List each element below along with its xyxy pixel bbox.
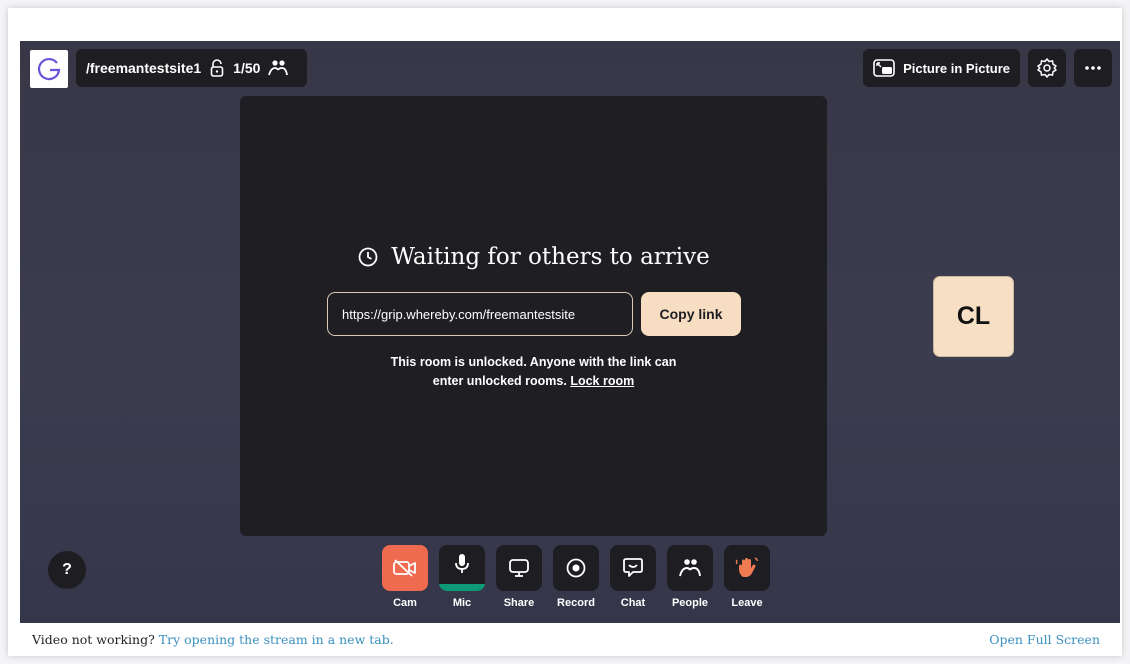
record-icon xyxy=(566,558,586,578)
leave-button[interactable] xyxy=(724,545,770,591)
participant-avatar: CL xyxy=(934,277,1013,356)
help-button[interactable]: ? xyxy=(48,551,86,589)
waving-hand-icon xyxy=(735,557,759,577)
meeting-stage: /freemantestsite1 1/50 Picture in Pictur… xyxy=(20,41,1120,623)
chat-label: Chat xyxy=(620,597,646,609)
leave-label: Leave xyxy=(731,597,763,609)
cam-label: Cam xyxy=(393,597,417,609)
mic-control: Mic xyxy=(439,545,485,609)
settings-button[interactable] xyxy=(1028,49,1066,87)
unlock-line-1: This room is unlocked. Anyone with the l… xyxy=(390,355,677,369)
cam-control: Cam xyxy=(382,545,428,609)
microphone-icon xyxy=(455,554,469,573)
screen-share-icon xyxy=(509,559,529,577)
share-control: Share xyxy=(496,545,542,609)
meeting-toolbar: Cam Mic Share Record Chat People Leave xyxy=(382,545,770,609)
unlock-notice: This room is unlocked. Anyone with the l… xyxy=(240,353,827,391)
mic-level-indicator xyxy=(439,584,485,591)
people-label: People xyxy=(671,597,709,609)
lock-room-link[interactable]: Lock room xyxy=(570,374,634,388)
people-icon xyxy=(266,58,290,78)
unlock-icon xyxy=(207,58,227,78)
g-logo-icon xyxy=(37,57,61,81)
record-label: Record xyxy=(557,597,595,609)
room-link-row: Copy link xyxy=(327,292,741,336)
cam-button[interactable] xyxy=(382,545,428,591)
more-horizontal-icon xyxy=(1085,66,1101,70)
participant-count: 1/50 xyxy=(233,60,261,76)
chat-control: Chat xyxy=(610,545,656,609)
record-button[interactable] xyxy=(553,545,599,591)
self-video-tile: Waiting for others to arrive Copy link T… xyxy=(240,96,827,536)
unlock-line-2: enter unlocked rooms. Lock room xyxy=(240,372,827,391)
mic-label: Mic xyxy=(452,597,472,609)
waiting-heading: Waiting for others to arrive xyxy=(240,244,827,270)
room-link-field[interactable] xyxy=(327,292,633,336)
top-right-controls: Picture in Picture xyxy=(863,49,1112,87)
picture-in-picture-button[interactable]: Picture in Picture xyxy=(863,49,1020,87)
people-button[interactable] xyxy=(667,545,713,591)
leave-control: Leave xyxy=(724,545,770,609)
open-new-tab-link[interactable]: Try opening the stream in a new tab. xyxy=(159,632,394,647)
room-name: /freemantestsite1 xyxy=(86,60,202,76)
room-info[interactable]: /freemantestsite1 1/50 xyxy=(76,49,307,87)
waiting-title-text: Waiting for others to arrive xyxy=(391,244,710,270)
share-label: Share xyxy=(503,597,535,609)
video-help-message: Video not working? Try opening the strea… xyxy=(32,632,394,647)
grip-logo xyxy=(30,50,68,88)
people-icon xyxy=(679,559,701,577)
gear-icon xyxy=(1037,58,1057,78)
copy-link-button[interactable]: Copy link xyxy=(641,292,741,336)
share-button[interactable] xyxy=(496,545,542,591)
picture-in-picture-icon xyxy=(873,59,895,77)
unlock-line-2-text: enter unlocked rooms. xyxy=(432,374,567,388)
embed-frame: /freemantestsite1 1/50 Picture in Pictur… xyxy=(8,8,1122,656)
more-options-button[interactable] xyxy=(1074,49,1112,87)
mic-button[interactable] xyxy=(439,545,485,591)
chat-button[interactable] xyxy=(610,545,656,591)
record-control: Record xyxy=(553,545,599,609)
picture-in-picture-label: Picture in Picture xyxy=(903,60,1010,76)
video-help-prefix: Video not working? xyxy=(32,632,155,647)
camera-off-icon xyxy=(393,559,416,577)
open-full-screen-link[interactable]: Open Full Screen xyxy=(989,632,1100,647)
footer-bar: Video not working? Try opening the strea… xyxy=(8,623,1122,656)
chat-bubble-icon xyxy=(623,558,643,577)
people-control: People xyxy=(667,545,713,609)
clock-icon xyxy=(358,247,378,267)
